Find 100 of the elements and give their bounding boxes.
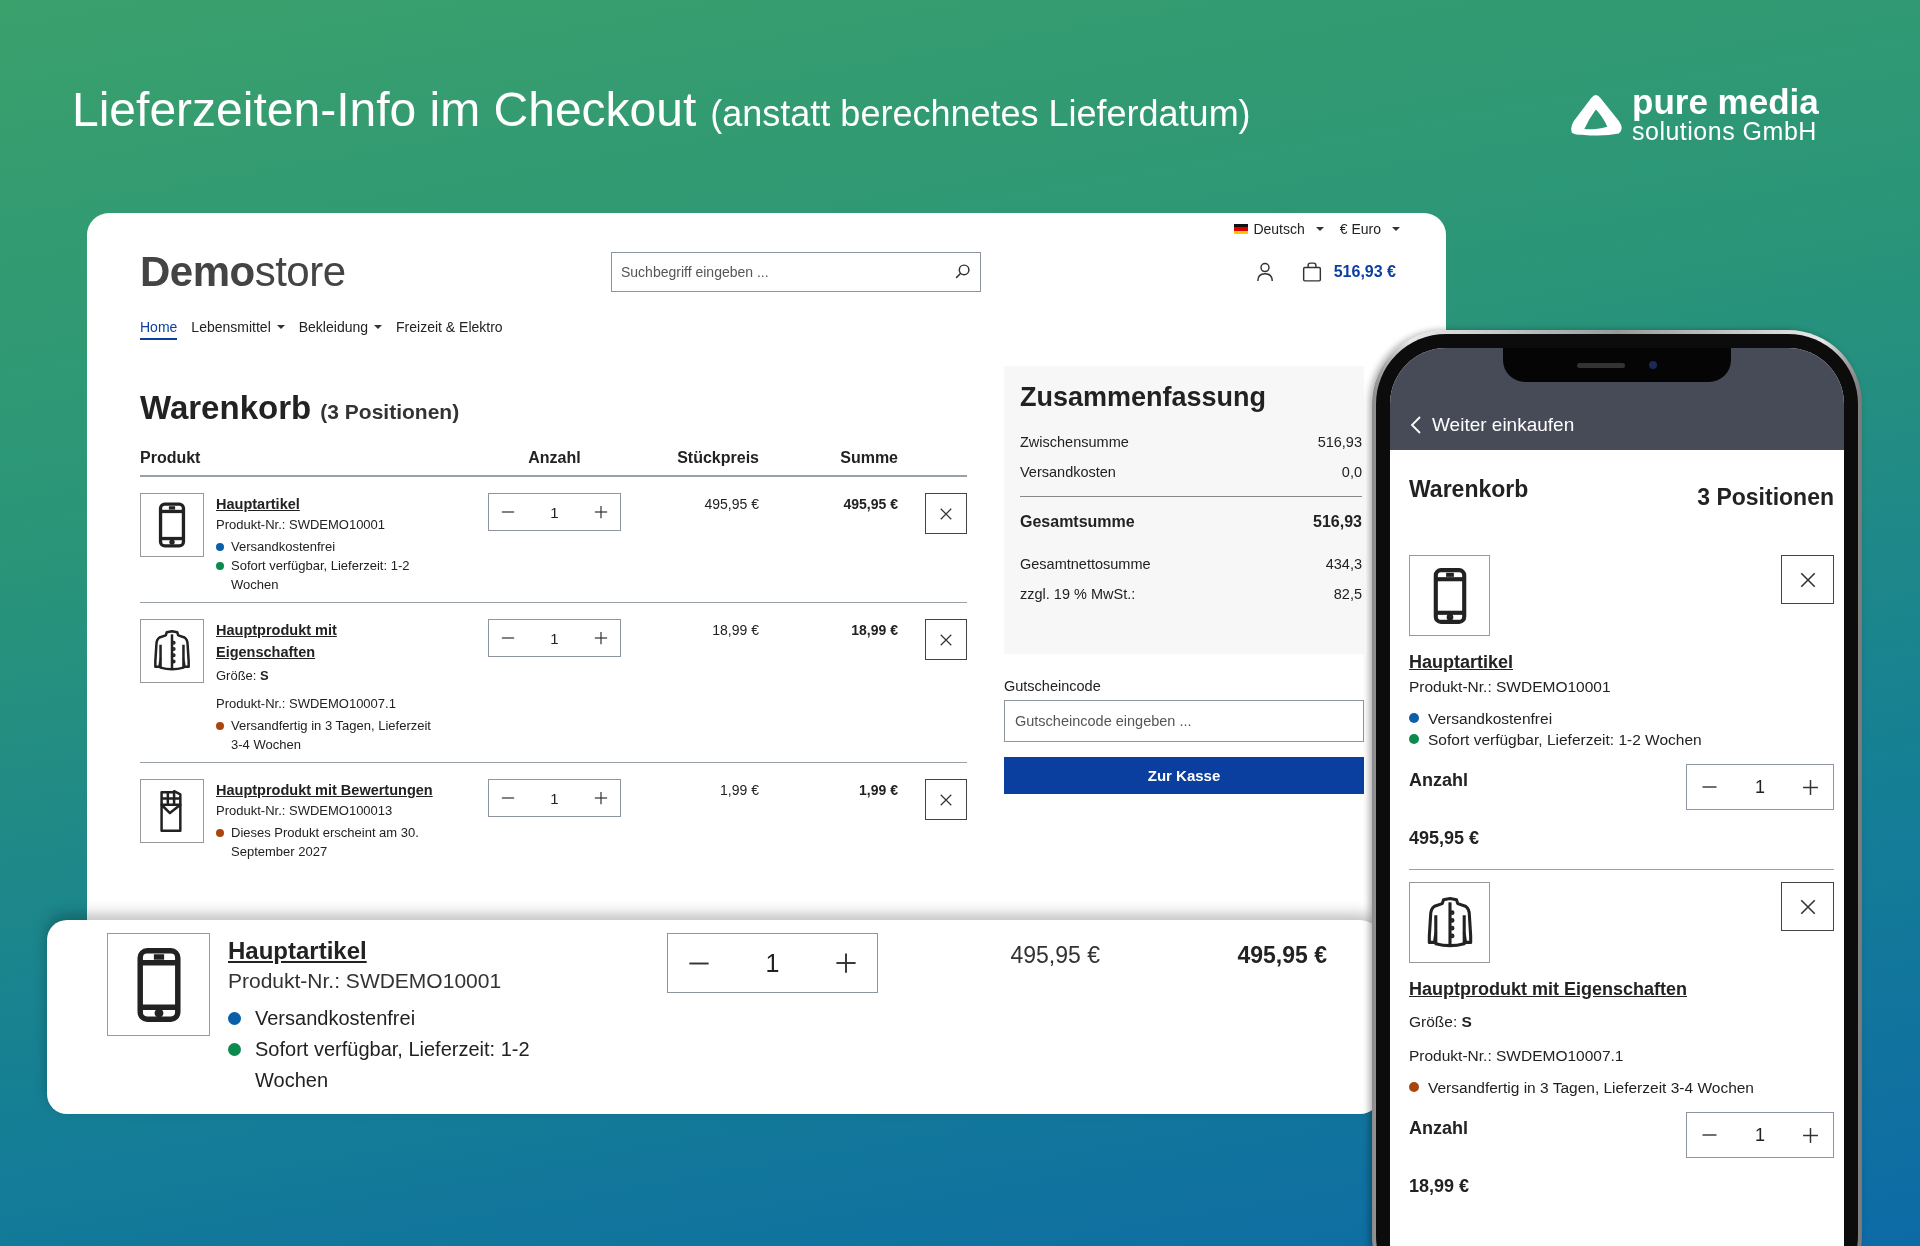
product-link[interactable]: Hauptartikel — [228, 935, 667, 967]
summary-label: zzgl. 19 % MwSt.: — [1020, 585, 1136, 604]
search-field[interactable]: Suchbegriff eingeben ... — [611, 252, 981, 292]
cart-title: Warenkorb — [140, 389, 312, 426]
quantity-value[interactable]: 1 — [1755, 1124, 1765, 1146]
caret-icon — [1315, 227, 1324, 231]
product-attribute: Größe: S — [216, 668, 270, 683]
quantity-value[interactable]: 1 — [765, 948, 780, 978]
flag-icon — [1234, 224, 1249, 234]
user-icon[interactable] — [1255, 262, 1274, 282]
line-total: 495,95 € — [1236, 941, 1327, 970]
close-icon — [939, 792, 953, 807]
product-number: Produkt-Nr.: SWDEMO10007.1 — [1409, 1047, 1625, 1065]
item-count: (3 Positionen) — [320, 400, 460, 423]
product-thumbnail[interactable] — [107, 933, 210, 1036]
cart-title: Warenkorb — [1409, 476, 1529, 503]
product-link[interactable]: Hauptartikel — [1409, 650, 1834, 674]
product-thumbnail[interactable] — [1409, 555, 1490, 636]
minus-icon — [1701, 1134, 1718, 1136]
currency-selector[interactable]: € Euro — [1339, 221, 1400, 237]
delivery-status: Versandkostenfrei — [1428, 709, 1553, 729]
column-header: Produkt — [140, 449, 202, 467]
headline-subtitle: (anstatt berechnetes Lieferdatum) — [710, 93, 1251, 135]
increase-button[interactable] — [1802, 1126, 1819, 1144]
summary-value: 516,93 — [1313, 512, 1362, 532]
summary-label: Versandkosten — [1020, 463, 1116, 482]
checkout-button[interactable]: Zur Kasse — [1004, 757, 1364, 794]
line-total: 1,99 € — [858, 781, 898, 800]
summary-label: Zwischensumme — [1020, 433, 1129, 452]
remove-button[interactable] — [925, 493, 967, 534]
delivery-status: Versandfertig in 3 Tagen, Lieferzeit 3-4 Wochen — [1428, 1078, 1754, 1098]
plus-icon — [835, 952, 857, 974]
coupon-field[interactable]: Gutscheincode eingeben ... — [1004, 700, 1364, 742]
quantity-stepper[interactable]: 1 — [488, 493, 621, 531]
summary-value: 82,5 — [1333, 585, 1362, 604]
product-thumbnail[interactable] — [140, 779, 204, 843]
minus-icon — [501, 797, 515, 799]
product-link[interactable]: Hauptprodukt mit Eigenschaften — [1409, 977, 1834, 1001]
nav-item[interactable]: Bekleidung — [298, 319, 383, 340]
close-icon — [939, 506, 953, 521]
shopping-bag-icon[interactable] — [1301, 262, 1322, 282]
summary-value: 0,0 — [1341, 463, 1362, 482]
caret-icon — [1392, 227, 1400, 231]
delivery-status: Sofort verfügbar, Lieferzeit: 1-2 Wochen — [1428, 730, 1702, 750]
product-number: Produkt-Nr.: SWDEMO10001 — [1409, 678, 1612, 696]
quantity-value[interactable]: 1 — [1755, 776, 1765, 798]
product-link[interactable]: Hauptartikel — [216, 493, 434, 515]
quantity-value[interactable]: 1 — [550, 503, 559, 521]
product-price: 18,99 € — [1409, 1176, 1471, 1197]
unit-price: 1,99 € — [719, 781, 759, 800]
column-header: Anzahl — [527, 449, 582, 467]
summary-title: Zusammenfassung — [1020, 382, 1268, 413]
unit-price: 495,95 € — [1009, 941, 1100, 970]
product-thumbnail[interactable] — [140, 619, 204, 683]
minus-icon — [688, 961, 710, 965]
product-link[interactable]: Hauptprodukt mit Eigenschaften — [216, 619, 434, 663]
increase-button[interactable] — [835, 952, 857, 974]
remove-button[interactable] — [1781, 555, 1834, 604]
quantity-stepper[interactable]: 1 — [667, 933, 878, 993]
quantity-stepper[interactable]: 1 — [1686, 764, 1834, 810]
product-number: Produkt-Nr.: SWDEMO10001 — [216, 516, 387, 533]
store-logo[interactable]: Demostore — [140, 248, 611, 296]
close-icon — [1798, 897, 1817, 916]
remove-button[interactable] — [925, 779, 967, 820]
nav-item[interactable]: Lebensmittel — [191, 319, 285, 340]
quantity-stepper[interactable]: 1 — [488, 779, 621, 817]
quantity-value[interactable]: 1 — [550, 789, 559, 807]
plus-icon — [594, 791, 608, 805]
delivery-status: Versandkostenfrei — [255, 1006, 416, 1031]
decrease-button[interactable] — [688, 961, 710, 965]
minus-icon — [501, 511, 515, 513]
product-link[interactable]: Hauptprodukt mit Bewertungen — [216, 779, 434, 801]
coupon-label: Gutscheincode — [1004, 678, 1102, 694]
quantity-stepper[interactable]: 1 — [1686, 1112, 1834, 1158]
unit-price: 495,95 € — [703, 495, 759, 514]
delivery-status: Sofort verfügbar, Lieferzeit: 1-2 Wochen — [231, 557, 411, 594]
minus-icon — [501, 637, 515, 639]
quantity-stepper[interactable]: 1 — [488, 619, 621, 657]
search-icon — [954, 263, 971, 280]
language-selector[interactable]: Deutsch — [1234, 221, 1324, 237]
product-number: Produkt-Nr.: SWDEMO100013 — [216, 802, 394, 819]
product-thumbnail[interactable] — [140, 493, 204, 557]
plus-icon — [594, 505, 608, 519]
summary-label: Gesamtsumme — [1020, 512, 1135, 532]
summary-value: 516,93 — [1317, 433, 1362, 452]
cart-total[interactable]: 516,93 € — [1333, 263, 1396, 281]
increase-button[interactable] — [1802, 778, 1819, 796]
product-thumbnail[interactable] — [1409, 882, 1490, 963]
quantity-value[interactable]: 1 — [550, 629, 559, 647]
nav-item[interactable]: Freizeit & Elektro — [396, 319, 503, 340]
delivery-status: Versandfertig in 3 Tagen, Lieferzeit 3-4 Wochen — [231, 717, 432, 754]
remove-button[interactable] — [925, 619, 967, 660]
summary-value: 434,3 — [1325, 555, 1362, 574]
nav-item[interactable]: Home — [140, 319, 178, 340]
chevron-left-icon — [1410, 415, 1422, 435]
remove-button[interactable] — [1781, 882, 1834, 931]
back-link[interactable]: Weiter einkaufen — [1410, 414, 1575, 436]
delivery-status: Versandkostenfrei — [231, 538, 336, 556]
quantity-label: Anzahl — [1409, 770, 1468, 791]
line-total: 495,95 € — [842, 495, 898, 514]
